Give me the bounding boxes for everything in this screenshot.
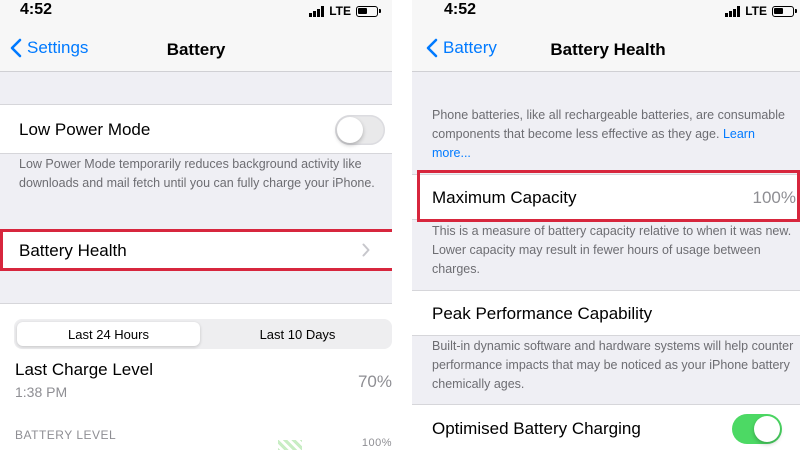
battery-level-bar xyxy=(278,440,302,450)
battery-intro-text: Phone batteries, like all rechargeable b… xyxy=(432,106,796,163)
maximum-capacity-row: Maximum Capacity 100% xyxy=(412,174,800,220)
navigation-bar: Battery Battery Health xyxy=(412,22,800,72)
optimised-charging-label: Optimised Battery Charging xyxy=(432,419,641,438)
maximum-capacity-footer: This is a measure of battery capacity re… xyxy=(432,224,792,276)
status-icons: LTE xyxy=(725,4,797,18)
optimised-charging-row: Optimised Battery Charging xyxy=(412,404,800,450)
low-power-mode-footer: Low Power Mode temporarily reduces backg… xyxy=(19,157,375,190)
peak-performance-row: Peak Performance Capability xyxy=(412,290,800,336)
page-title: Battery xyxy=(166,40,226,59)
toggle-knob xyxy=(754,416,780,442)
battery-icon xyxy=(772,5,797,17)
carrier-label: LTE xyxy=(329,4,351,18)
carrier-label: LTE xyxy=(745,4,767,18)
battery-level-axis-max: 100% xyxy=(361,437,392,449)
chevron-right-icon xyxy=(362,243,370,257)
low-power-mode-label: Low Power Mode xyxy=(19,120,151,139)
navigation-bar: Settings Battery xyxy=(0,22,392,72)
segment-last-24-hours[interactable]: Last 24 Hours xyxy=(17,322,200,346)
usage-section: Last 24 Hours Last 10 Days Last Charge L… xyxy=(0,303,392,450)
peak-performance-label: Peak Performance Capability xyxy=(432,304,653,323)
status-bar: 4:52 LTE xyxy=(412,0,800,22)
low-power-mode-row: Low Power Mode xyxy=(0,104,392,154)
status-time: 4:52 xyxy=(20,1,53,18)
signal-icon xyxy=(309,5,325,17)
battery-health-label: Battery Health xyxy=(19,241,127,260)
page-title: Battery Health xyxy=(550,40,666,59)
battery-screen: 4:52 LTE Settings Battery Low Power Mode… xyxy=(0,0,392,450)
battery-level-header: BATTERY LEVEL xyxy=(15,428,117,442)
status-time: 4:52 xyxy=(444,1,477,18)
status-bar: 4:52 LTE xyxy=(0,0,392,22)
status-icons: LTE xyxy=(309,4,381,18)
segment-last-10-days[interactable]: Last 10 Days xyxy=(206,322,389,346)
maximum-capacity-value: 100% xyxy=(752,188,796,207)
panel-divider xyxy=(392,0,412,450)
battery-health-row[interactable]: Battery Health xyxy=(0,229,392,271)
low-power-mode-toggle[interactable] xyxy=(335,115,385,145)
toggle-knob xyxy=(337,117,363,143)
optimised-charging-toggle[interactable] xyxy=(732,414,782,444)
last-charge-time: 1:38 PM xyxy=(15,384,68,400)
last-charge-level-label: Last Charge Level xyxy=(15,360,153,379)
maximum-capacity-label: Maximum Capacity xyxy=(432,188,577,207)
last-charge-value: 70% xyxy=(357,372,392,391)
battery-icon xyxy=(356,5,381,17)
signal-icon xyxy=(725,5,741,17)
peak-performance-footer: Built-in dynamic software and hardware s… xyxy=(432,339,794,391)
time-range-segmented-control: Last 24 Hours Last 10 Days xyxy=(14,319,392,349)
battery-health-screen: 4:52 LTE Battery Battery Health Phone ba… xyxy=(412,0,800,450)
